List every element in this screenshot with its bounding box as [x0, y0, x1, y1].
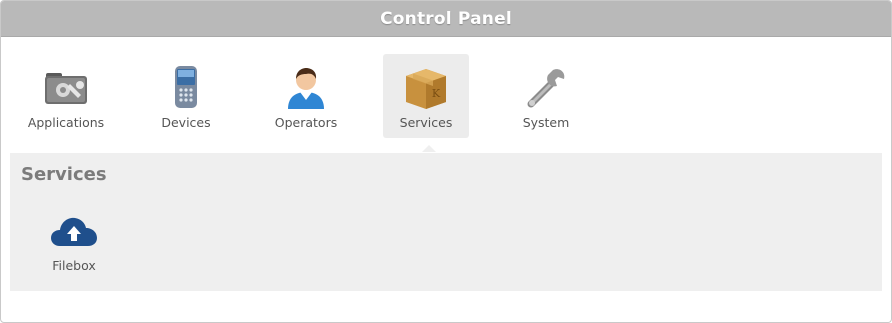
- toolbar-item-devices[interactable]: Devices: [143, 54, 229, 138]
- control-panel-window: Control Panel Applications Devices Opera…: [0, 0, 892, 323]
- operators-icon: [288, 68, 324, 109]
- service-item-label: Filebox: [52, 258, 96, 273]
- toolbar-item-label: Services: [399, 115, 453, 130]
- applications-icon: [45, 73, 87, 104]
- toolbar-item-applications[interactable]: Applications: [23, 54, 109, 138]
- svg-text:K: K: [432, 87, 441, 100]
- panel-title: Services: [21, 164, 107, 185]
- toolbar-item-label: Devices: [161, 115, 211, 130]
- services-icon: K: [406, 69, 446, 109]
- active-tab-pointer: [422, 145, 436, 152]
- toolbar-item-operators[interactable]: Operators: [263, 54, 349, 138]
- toolbar-item-system[interactable]: System: [503, 54, 589, 138]
- devices-icon: [175, 66, 197, 108]
- service-item-filebox[interactable]: Filebox: [34, 211, 114, 281]
- services-panel: Services Filebox: [10, 153, 882, 291]
- toolbar-item-label: Operators: [274, 115, 338, 130]
- cloud-upload-icon: [51, 217, 97, 246]
- toolbar-item-label: System: [522, 115, 570, 130]
- toolbar-item-services[interactable]: K Services: [383, 54, 469, 138]
- window-title: Control Panel: [380, 8, 512, 29]
- system-icon: [527, 69, 565, 108]
- title-bar: Control Panel: [1, 1, 891, 37]
- category-toolbar: Applications Devices Operators K Service…: [1, 37, 891, 153]
- toolbar-item-label: Applications: [27, 115, 105, 130]
